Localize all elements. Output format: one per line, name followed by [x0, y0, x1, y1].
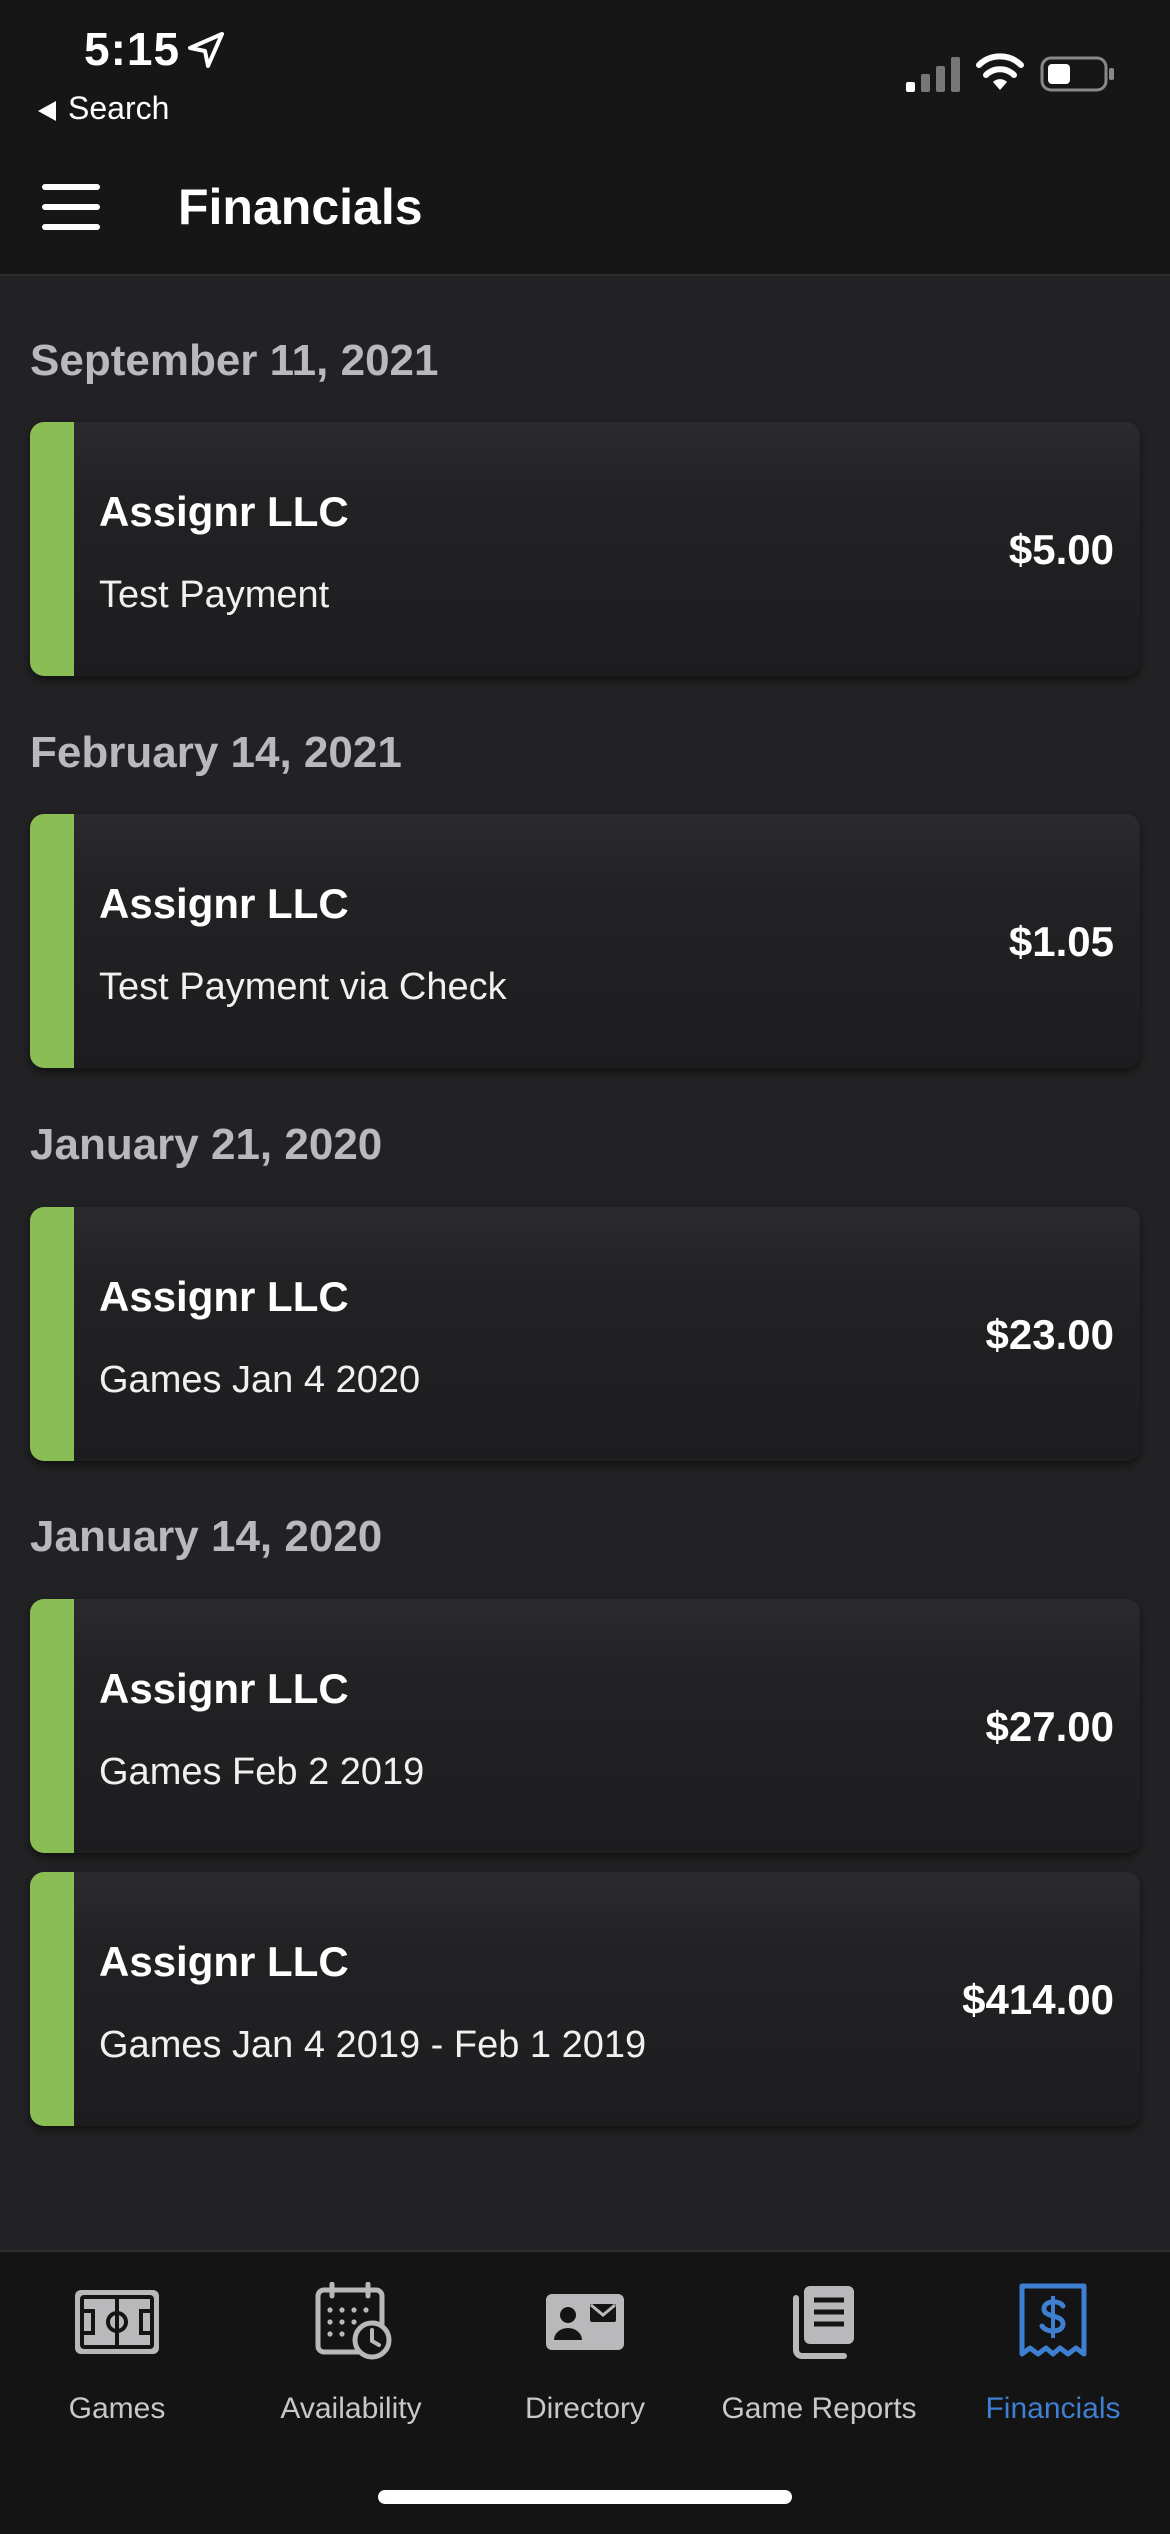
location-arrow-icon [188, 32, 224, 68]
financials-list[interactable]: September 11, 2021 Assignr LLC Test Paym… [0, 276, 1170, 2250]
wifi-icon [976, 53, 1024, 90]
date-heading: January 14, 2020 [30, 1512, 383, 1561]
payment-amount: $27.00 [985, 1703, 1114, 1750]
date-heading: September 11, 2021 [30, 336, 439, 385]
tab-label: Game Reports [721, 2392, 917, 2425]
app-header: Financials [0, 140, 1170, 276]
payment-card[interactable]: Assignr LLC Games Jan 4 2019 - Feb 1 201… [30, 1872, 1140, 2126]
payer-name: Assignr LLC [99, 1665, 349, 1712]
paid-status-stripe [30, 422, 74, 676]
back-to-search-link[interactable]: Search [38, 90, 169, 127]
payment-card[interactable]: Assignr LLC Games Jan 4 2020 $23.00 [30, 1207, 1140, 1461]
tab-label: Directory [524, 2392, 645, 2425]
payment-description: Games Jan 4 2019 - Feb 1 2019 [99, 2024, 647, 2066]
calendar-clock-icon [315, 2282, 392, 2360]
payment-card[interactable]: Assignr LLC Games Feb 2 2019 $27.00 [30, 1599, 1140, 1853]
paid-status-stripe [30, 814, 74, 1068]
payment-card[interactable]: Assignr LLC Test Payment via Check $1.05 [30, 814, 1140, 1068]
back-search-label: Search [68, 90, 170, 126]
payer-name: Assignr LLC [99, 1938, 349, 1985]
status-bar: 5:15 Search [0, 0, 1170, 140]
field-icon [75, 2290, 159, 2354]
tab-game-reports[interactable]: Game Reports [702, 2252, 936, 2452]
payment-description: Test Payment [99, 574, 330, 616]
status-time: 5:15 [84, 23, 181, 75]
tab-label: Games [68, 2392, 166, 2425]
reports-icon [793, 2286, 854, 2359]
date-heading: January 21, 2020 [30, 1120, 383, 1169]
paid-status-stripe [30, 1207, 74, 1461]
contact-card-icon [546, 2294, 624, 2350]
tab-financials[interactable]: Financials [936, 2252, 1170, 2452]
tab-label: Financials [985, 2392, 1121, 2425]
tab-directory[interactable]: Directory [468, 2252, 702, 2452]
payer-name: Assignr LLC [99, 1273, 349, 1320]
paid-status-stripe [30, 1872, 74, 2126]
paid-status-stripe [30, 1599, 74, 1853]
payment-amount: $5.00 [1008, 526, 1114, 573]
payment-description: Games Feb 2 2019 [99, 1751, 425, 1793]
date-heading: February 14, 2021 [30, 728, 402, 777]
back-arrow-icon [38, 100, 56, 121]
tab-availability[interactable]: Availability [234, 2252, 468, 2452]
battery-icon [1040, 56, 1114, 92]
payer-name: Assignr LLC [99, 880, 349, 927]
cellular-signal-icon [906, 57, 960, 92]
payment-amount: $23.00 [985, 1311, 1114, 1358]
page-title: Financials [178, 179, 423, 235]
tab-label: Availability [280, 2392, 422, 2425]
payment-description: Games Jan 4 2020 [99, 1359, 421, 1401]
payer-name: Assignr LLC [99, 488, 349, 535]
dollar-receipt-icon [1019, 2283, 1087, 2357]
payment-amount: $1.05 [1008, 918, 1114, 965]
payment-card[interactable]: Assignr LLC Test Payment $5.00 [30, 422, 1140, 676]
payment-amount: $414.00 [962, 1976, 1114, 2023]
tab-games[interactable]: Games [0, 2252, 234, 2452]
payment-description: Test Payment via Check [99, 966, 507, 1008]
home-indicator[interactable] [378, 2490, 792, 2504]
hamburger-menu-icon[interactable] [42, 184, 102, 230]
